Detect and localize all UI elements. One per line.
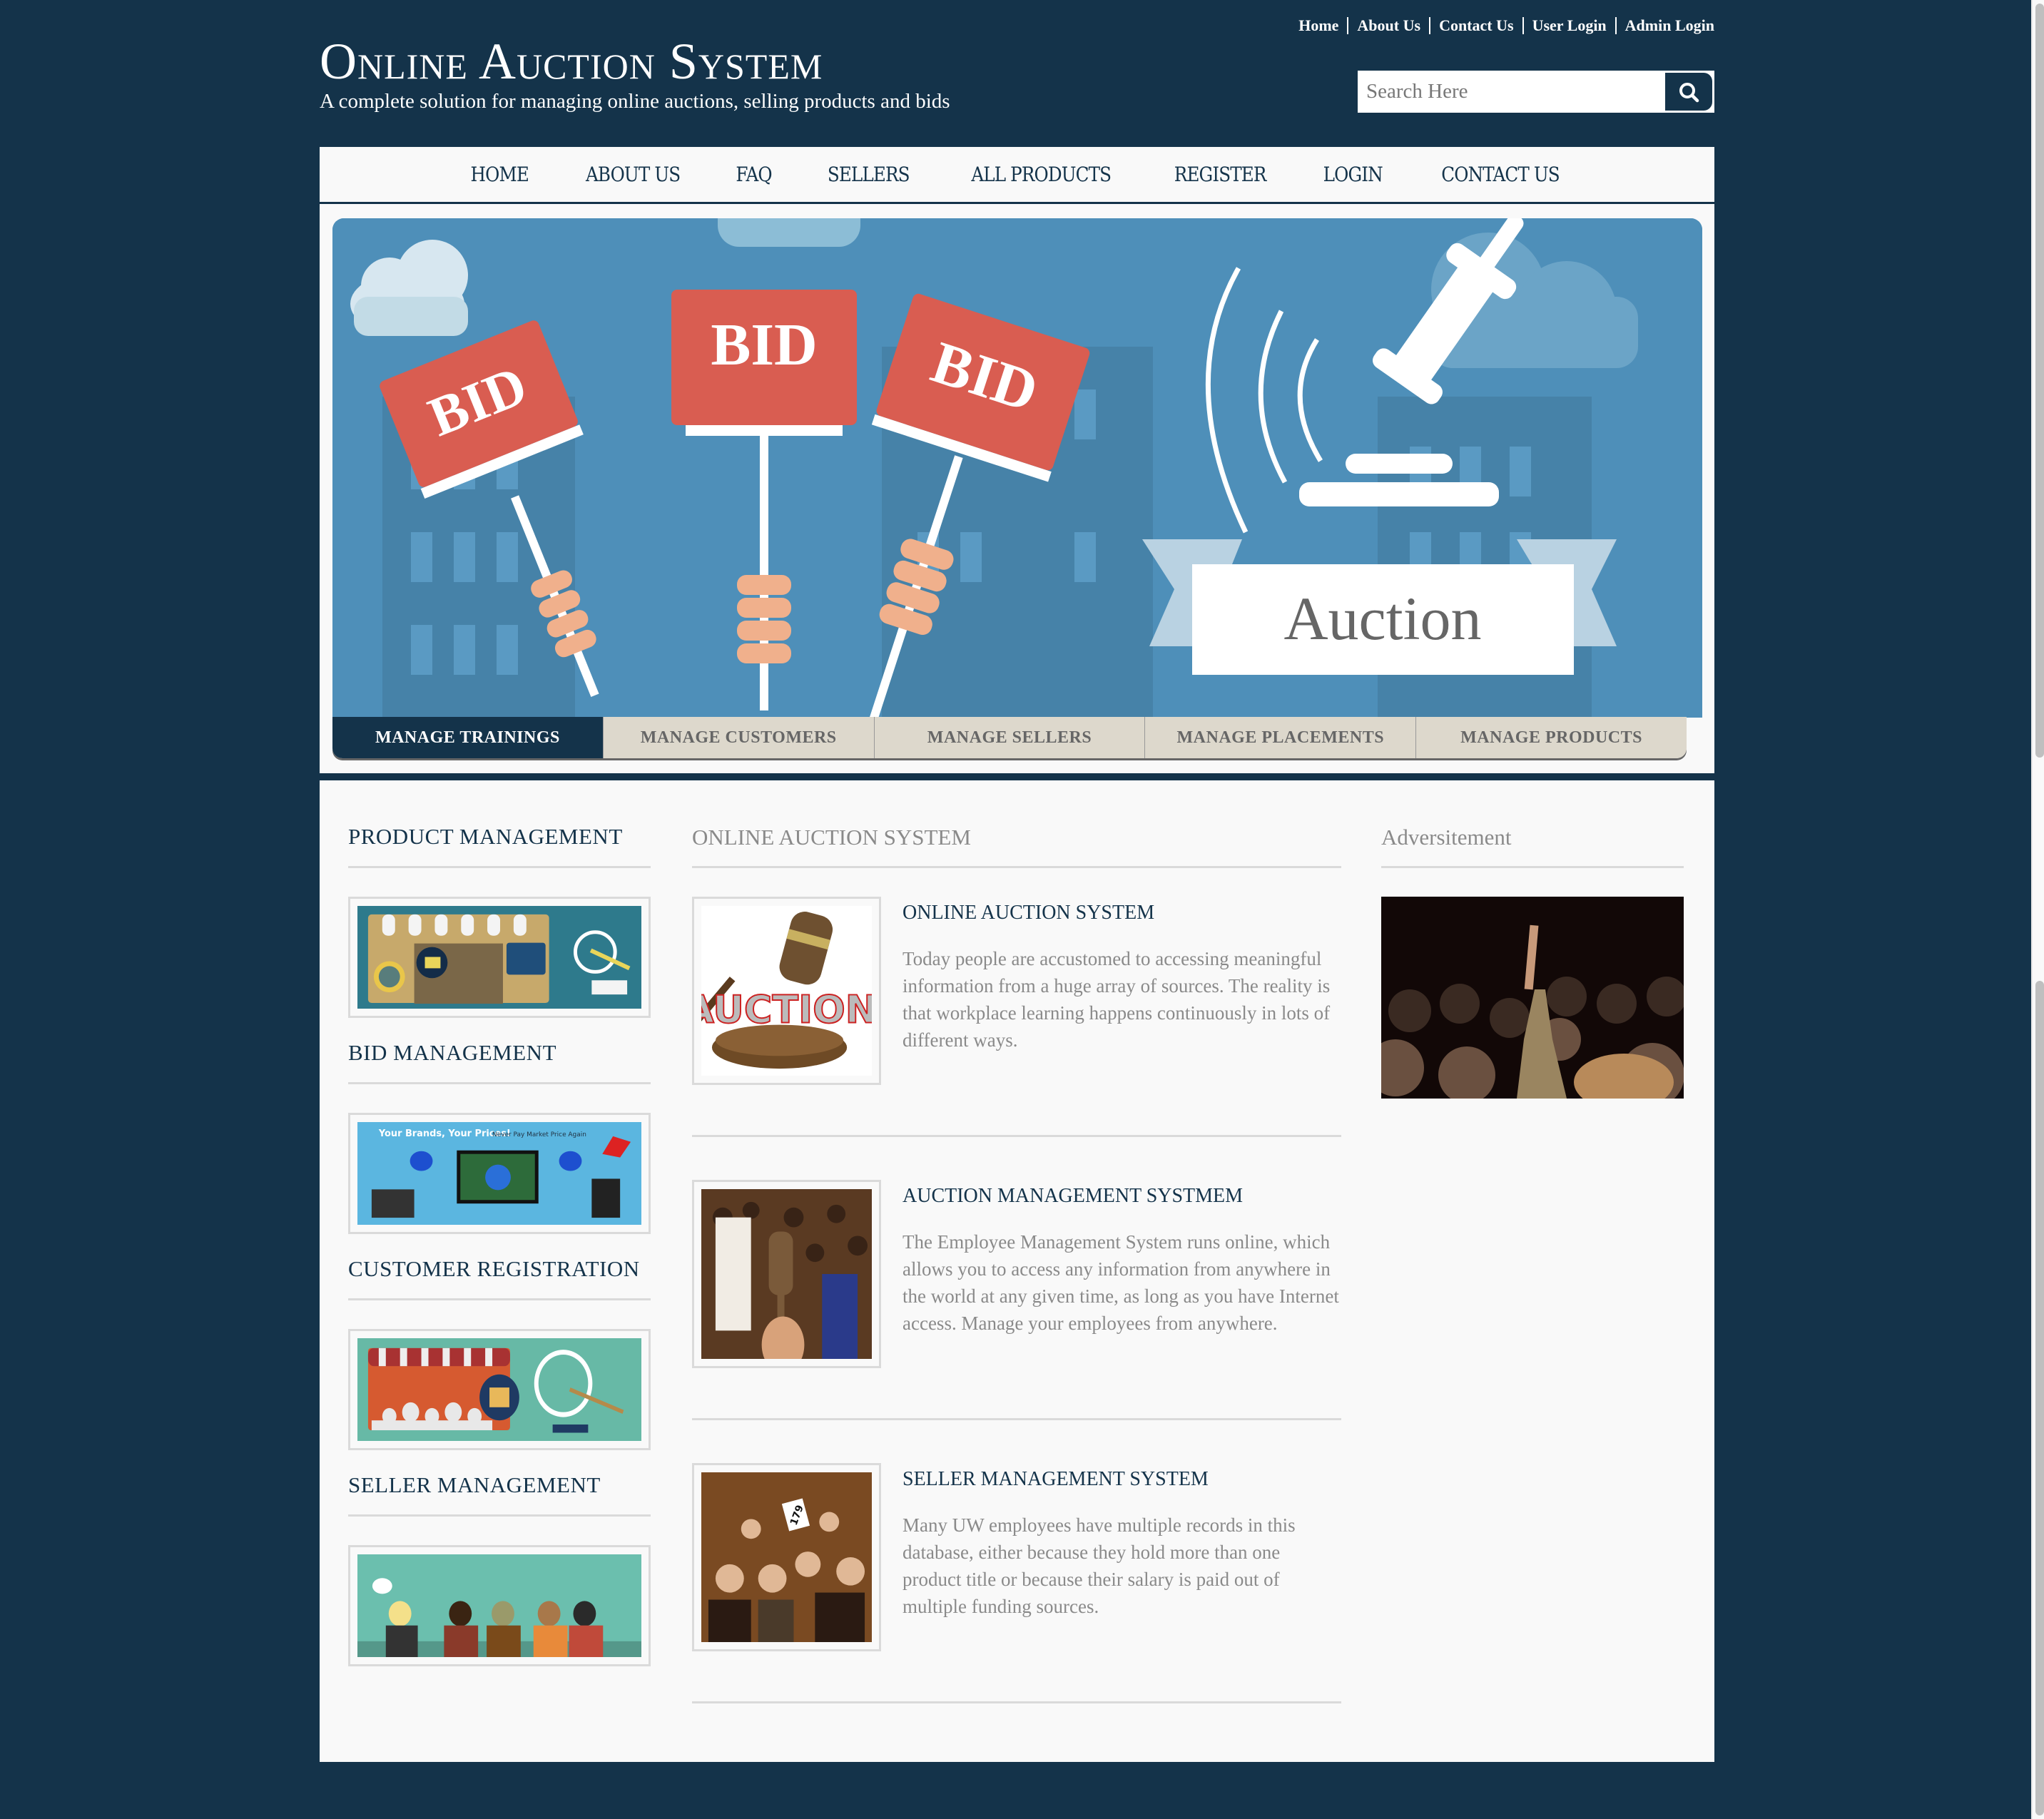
nav-all-products[interactable]: ALL PRODUCTS	[971, 163, 1112, 186]
tab-manage-placements[interactable]: MANAGE PLACEMENTS	[1144, 717, 1416, 758]
main-column: ONLINE AUCTION SYSTEM AUCTION	[683, 823, 1341, 1703]
search-icon	[1679, 82, 1699, 102]
tab-manage-sellers[interactable]: MANAGE SELLERS	[873, 717, 1145, 758]
search-input[interactable]	[1358, 71, 1663, 113]
nav-home[interactable]: HOME	[470, 163, 529, 186]
tab-manage-trainings[interactable]: MANAGE TRAININGS	[332, 717, 603, 758]
top-links: Home About Us Contact Us User Login Admi…	[1290, 17, 1714, 34]
product-management-image	[357, 906, 641, 1009]
advertisement-heading: Adversitement	[1381, 823, 1684, 868]
sidebar-heading-seller-management[interactable]: SELLER MANAGEMENT	[348, 1472, 651, 1517]
banner-image: BID BID BID Auction	[332, 218, 1702, 718]
scrollbar-thumb[interactable]	[2035, 4, 2044, 758]
sidebar-thumb-bid-management[interactable]: Your Brands, Your Prices! Never Pay Mark…	[348, 1113, 651, 1234]
article-body: ONLINE AUCTION SYSTEM Today people are a…	[902, 897, 1341, 1085]
nav-login[interactable]: LOGIN	[1323, 163, 1383, 186]
site-tagline: A complete solution for managing online …	[320, 90, 950, 113]
article-item: AUCTION ONLINE AUCTION SYSTEM Today peop…	[683, 868, 1341, 1137]
auction-crowd-paddle-image: 179	[701, 1472, 872, 1642]
svg-text:Never Pay Market Price Again: Never Pay Market Price Again	[492, 1131, 586, 1138]
banner-section: BID BID BID Auction MANAGE TRAININGS MAN…	[320, 204, 1714, 773]
article-text: Today people are accustomed to accessing…	[902, 948, 1331, 1051]
article-thumb[interactable]	[692, 1180, 881, 1373]
article-title[interactable]: ONLINE AUCTION SYSTEM	[902, 901, 1341, 925]
top-link-admin-login[interactable]: Admin Login	[1615, 17, 1714, 34]
article-body: AUCTION MANAGEMENT SYSTMEM The Employee …	[902, 1180, 1341, 1368]
nav-about-us[interactable]: ABOUT US	[586, 163, 681, 186]
top-link-home[interactable]: Home	[1290, 17, 1347, 34]
article-title[interactable]: SELLER MANAGEMENT SYSTEM	[902, 1467, 1341, 1492]
top-link-contact-us[interactable]: Contact Us	[1429, 17, 1522, 34]
svg-text:AUCTION: AUCTION	[701, 987, 872, 1032]
nav-register[interactable]: REGISTER	[1174, 163, 1266, 186]
article-title[interactable]: AUCTION MANAGEMENT SYSTMEM	[902, 1184, 1341, 1208]
article-thumb[interactable]: 179	[692, 1463, 881, 1651]
auction-gavel-image: AUCTION	[683, 906, 878, 1076]
customer-registration-image	[357, 1338, 641, 1441]
sidebar-heading-product-management[interactable]: PRODUCT MANAGEMENT	[348, 823, 651, 868]
advertisement-column: Adversitement	[1367, 823, 1687, 1111]
tab-manage-products[interactable]: MANAGE PRODUCTS	[1415, 717, 1687, 758]
site-title[interactable]: Online Auction System	[320, 33, 823, 90]
article-item: 179 SELLER MANAGEMENT SYSTEM Many UW emp…	[692, 1420, 1341, 1703]
auction-crowd-gavel-image	[701, 1189, 872, 1373]
article-text: Many UW employees have multiple records …	[902, 1514, 1296, 1617]
main-heading: ONLINE AUCTION SYSTEM	[692, 823, 1341, 868]
article-thumb[interactable]: AUCTION	[683, 897, 881, 1085]
top-link-about-us[interactable]: About Us	[1347, 17, 1429, 34]
sidebar-heading-customer-registration[interactable]: CUSTOMER REGISTRATION	[348, 1255, 651, 1300]
article-item: AUCTION MANAGEMENT SYSTMEM The Employee …	[692, 1137, 1341, 1420]
sidebar-thumb-customer-registration[interactable]	[348, 1329, 651, 1450]
top-link-user-login[interactable]: User Login	[1522, 17, 1615, 34]
sidebar-heading-bid-management[interactable]: BID MANAGEMENT	[348, 1039, 651, 1084]
article-text: The Employee Management System runs onli…	[902, 1231, 1339, 1334]
search-button[interactable]	[1665, 73, 1712, 111]
main-nav: HOME ABOUT US FAQ SELLERS ALL PRODUCTS R…	[320, 147, 1714, 202]
sidebar-thumb-seller-management[interactable]	[348, 1545, 651, 1666]
bid-management-image: Your Brands, Your Prices! Never Pay Mark…	[357, 1122, 641, 1225]
svg-text:Your Brands, Your Prices!: Your Brands, Your Prices!	[378, 1128, 511, 1139]
sidebar-thumb-product-management[interactable]	[348, 897, 651, 1018]
tab-manage-customers[interactable]: MANAGE CUSTOMERS	[602, 717, 874, 758]
page-scrollbar[interactable]	[2031, 0, 2044, 1819]
seller-management-image	[357, 1554, 641, 1657]
nav-faq[interactable]: FAQ	[736, 163, 773, 186]
svg-text:BID: BID	[711, 312, 817, 378]
nav-sellers[interactable]: SELLERS	[827, 163, 910, 186]
sidebar: PRODUCT MANAGEMENT BID MANAGEMENT Your B…	[348, 823, 651, 1688]
advertisement-image[interactable]	[1367, 897, 1687, 1111]
scrollbar-thumb-secondary[interactable]	[2035, 981, 2044, 1815]
nav-contact-us[interactable]: CONTACT US	[1442, 163, 1560, 186]
content-area: PRODUCT MANAGEMENT BID MANAGEMENT Your B…	[320, 780, 1714, 1762]
management-tabs: MANAGE TRAININGS MANAGE CUSTOMERS MANAGE…	[332, 717, 1687, 758]
article-body: SELLER MANAGEMENT SYSTEM Many UW employe…	[902, 1463, 1341, 1651]
svg-text:Auction: Auction	[1283, 584, 1481, 653]
search-box	[1358, 71, 1714, 113]
